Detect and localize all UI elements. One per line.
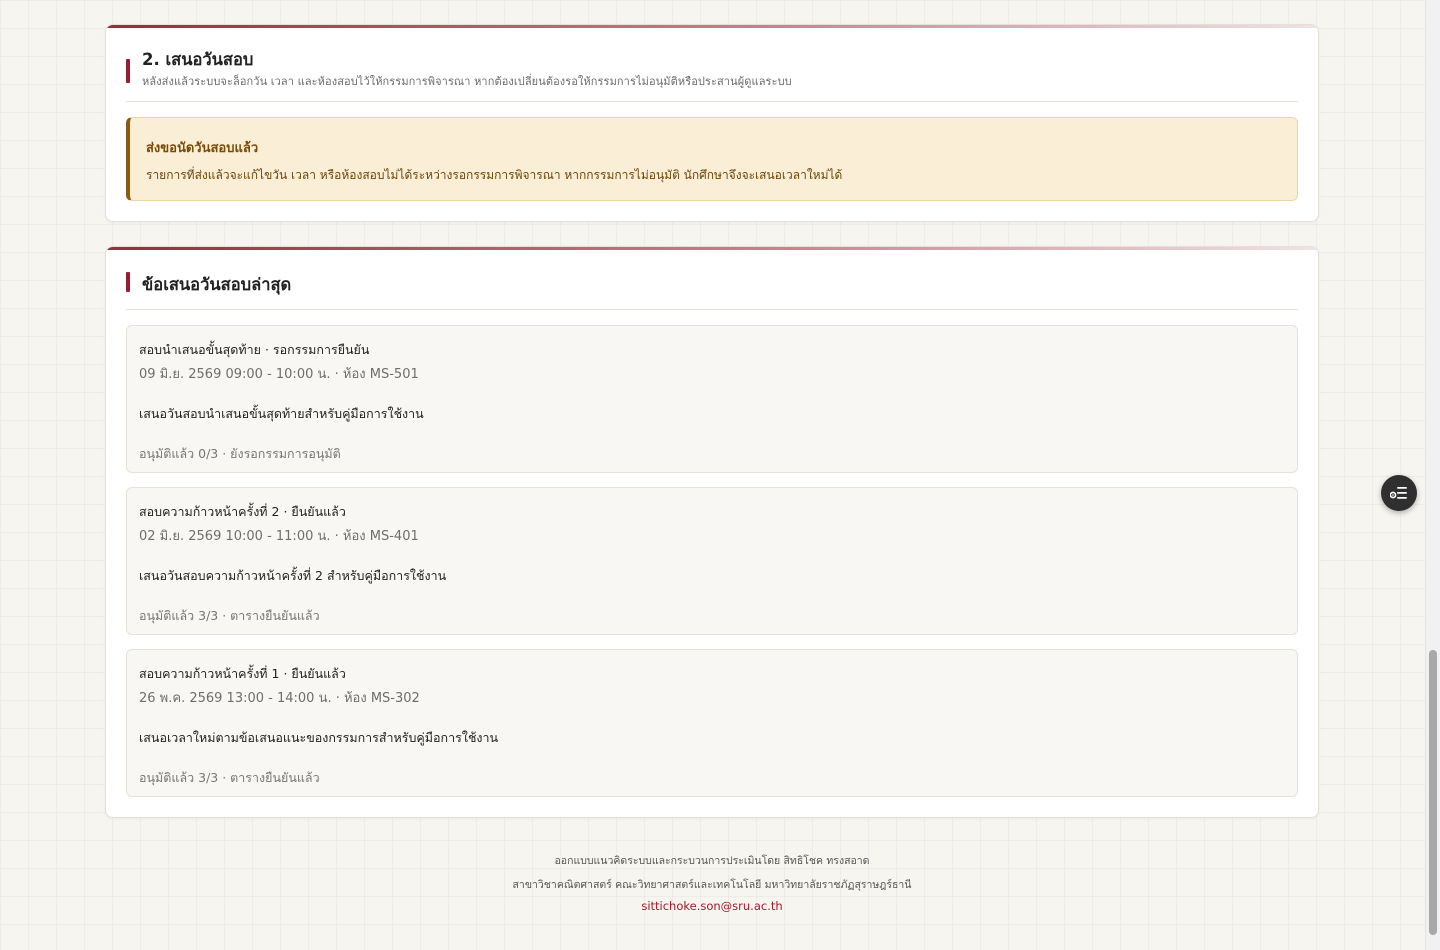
proposal-description: เสนอวันสอบความก้าวหน้าครั้งที่ 2 สำหรับค…	[139, 568, 447, 583]
proposal-datetime-room: 09 มิ.ย. 2569 09:00 - 10:00 น. · ห้อง MS…	[139, 367, 419, 382]
latest-proposals-card: ข้อเสนอวันสอบล่าสุด สอบนำเสนอขั้นสุดท้าย…	[105, 246, 1319, 818]
footer-credit: ออกแบบแนวคิดระบบและกระบวนการประเมินโดย ส…	[554, 855, 870, 867]
proposal-approval-status: อนุมัติแล้ว 3/3 · ตารางยืนยันแล้ว	[139, 608, 320, 623]
section-title: 2. เสนอวันสอบ	[142, 50, 254, 69]
propose-exam-date-card: 2. เสนอวันสอบ หลังส่งแล้วระบบจะล็อกวัน เ…	[105, 24, 1319, 222]
proposal-item: สอบความก้าวหน้าครั้งที่ 2 · ยืนยันแล้ว 0…	[126, 487, 1298, 635]
section-accent-bar	[126, 272, 130, 292]
footer-affiliation: สาขาวิชาคณิตศาสตร์ คณะวิทยาศาสตร์และเทคโ…	[512, 879, 912, 891]
notice-text: รายการที่ส่งแล้วจะแก้ไขวัน เวลา หรือห้อง…	[146, 168, 843, 182]
submitted-notice: ส่งขอนัดวันสอบแล้ว รายการที่ส่งแล้วจะแก้…	[126, 117, 1298, 201]
scrollbar-thumb[interactable]	[1429, 650, 1437, 935]
footer-email-link[interactable]: sittichoke.son@sru.ac.th	[105, 899, 1319, 913]
section-title: ข้อเสนอวันสอบล่าสุด	[142, 275, 292, 294]
proposal-title: สอบนำเสนอขั้นสุดท้าย · รอกรรมการยืนยัน	[139, 342, 370, 357]
section-header: ข้อเสนอวันสอบล่าสุด	[126, 269, 1298, 310]
page-scrollbar[interactable]	[1425, 0, 1440, 950]
proposal-approval-status: อนุมัติแล้ว 0/3 · ยังรอกรรมการอนุมัติ	[139, 446, 341, 461]
proposal-datetime-room: 26 พ.ค. 2569 13:00 - 14:00 น. · ห้อง MS-…	[139, 691, 420, 706]
section-header: 2. เสนอวันสอบ หลังส่งแล้วระบบจะล็อกวัน เ…	[126, 47, 1298, 102]
section-accent-bar	[126, 59, 130, 83]
proposal-datetime-room: 02 มิ.ย. 2569 10:00 - 11:00 น. · ห้อง MS…	[139, 529, 419, 544]
floating-menu-button[interactable]	[1381, 475, 1417, 511]
proposal-description: เสนอวันสอบนำเสนอขั้นสุดท้ายสำหรับคู่มือก…	[139, 406, 424, 421]
section-subtitle: หลังส่งแล้วระบบจะล็อกวัน เวลา และห้องสอบ…	[142, 75, 792, 88]
proposal-item: สอบความก้าวหน้าครั้งที่ 1 · ยืนยันแล้ว 2…	[126, 649, 1298, 797]
settings-list-icon	[1390, 487, 1407, 499]
proposal-item: สอบนำเสนอขั้นสุดท้าย · รอกรรมการยืนยัน 0…	[126, 325, 1298, 473]
proposal-approval-status: อนุมัติแล้ว 3/3 · ตารางยืนยันแล้ว	[139, 770, 320, 785]
notice-title: ส่งขอนัดวันสอบแล้ว	[146, 141, 259, 156]
proposal-title: สอบความก้าวหน้าครั้งที่ 1 · ยืนยันแล้ว	[139, 666, 346, 681]
proposal-title: สอบความก้าวหน้าครั้งที่ 2 · ยืนยันแล้ว	[139, 504, 346, 519]
page: 2. เสนอวันสอบ หลังส่งแล้วระบบจะล็อกวัน เ…	[0, 0, 1425, 950]
proposal-description: เสนอเวลาใหม่ตามข้อเสนอแนะของกรรมการสำหรั…	[139, 730, 499, 745]
